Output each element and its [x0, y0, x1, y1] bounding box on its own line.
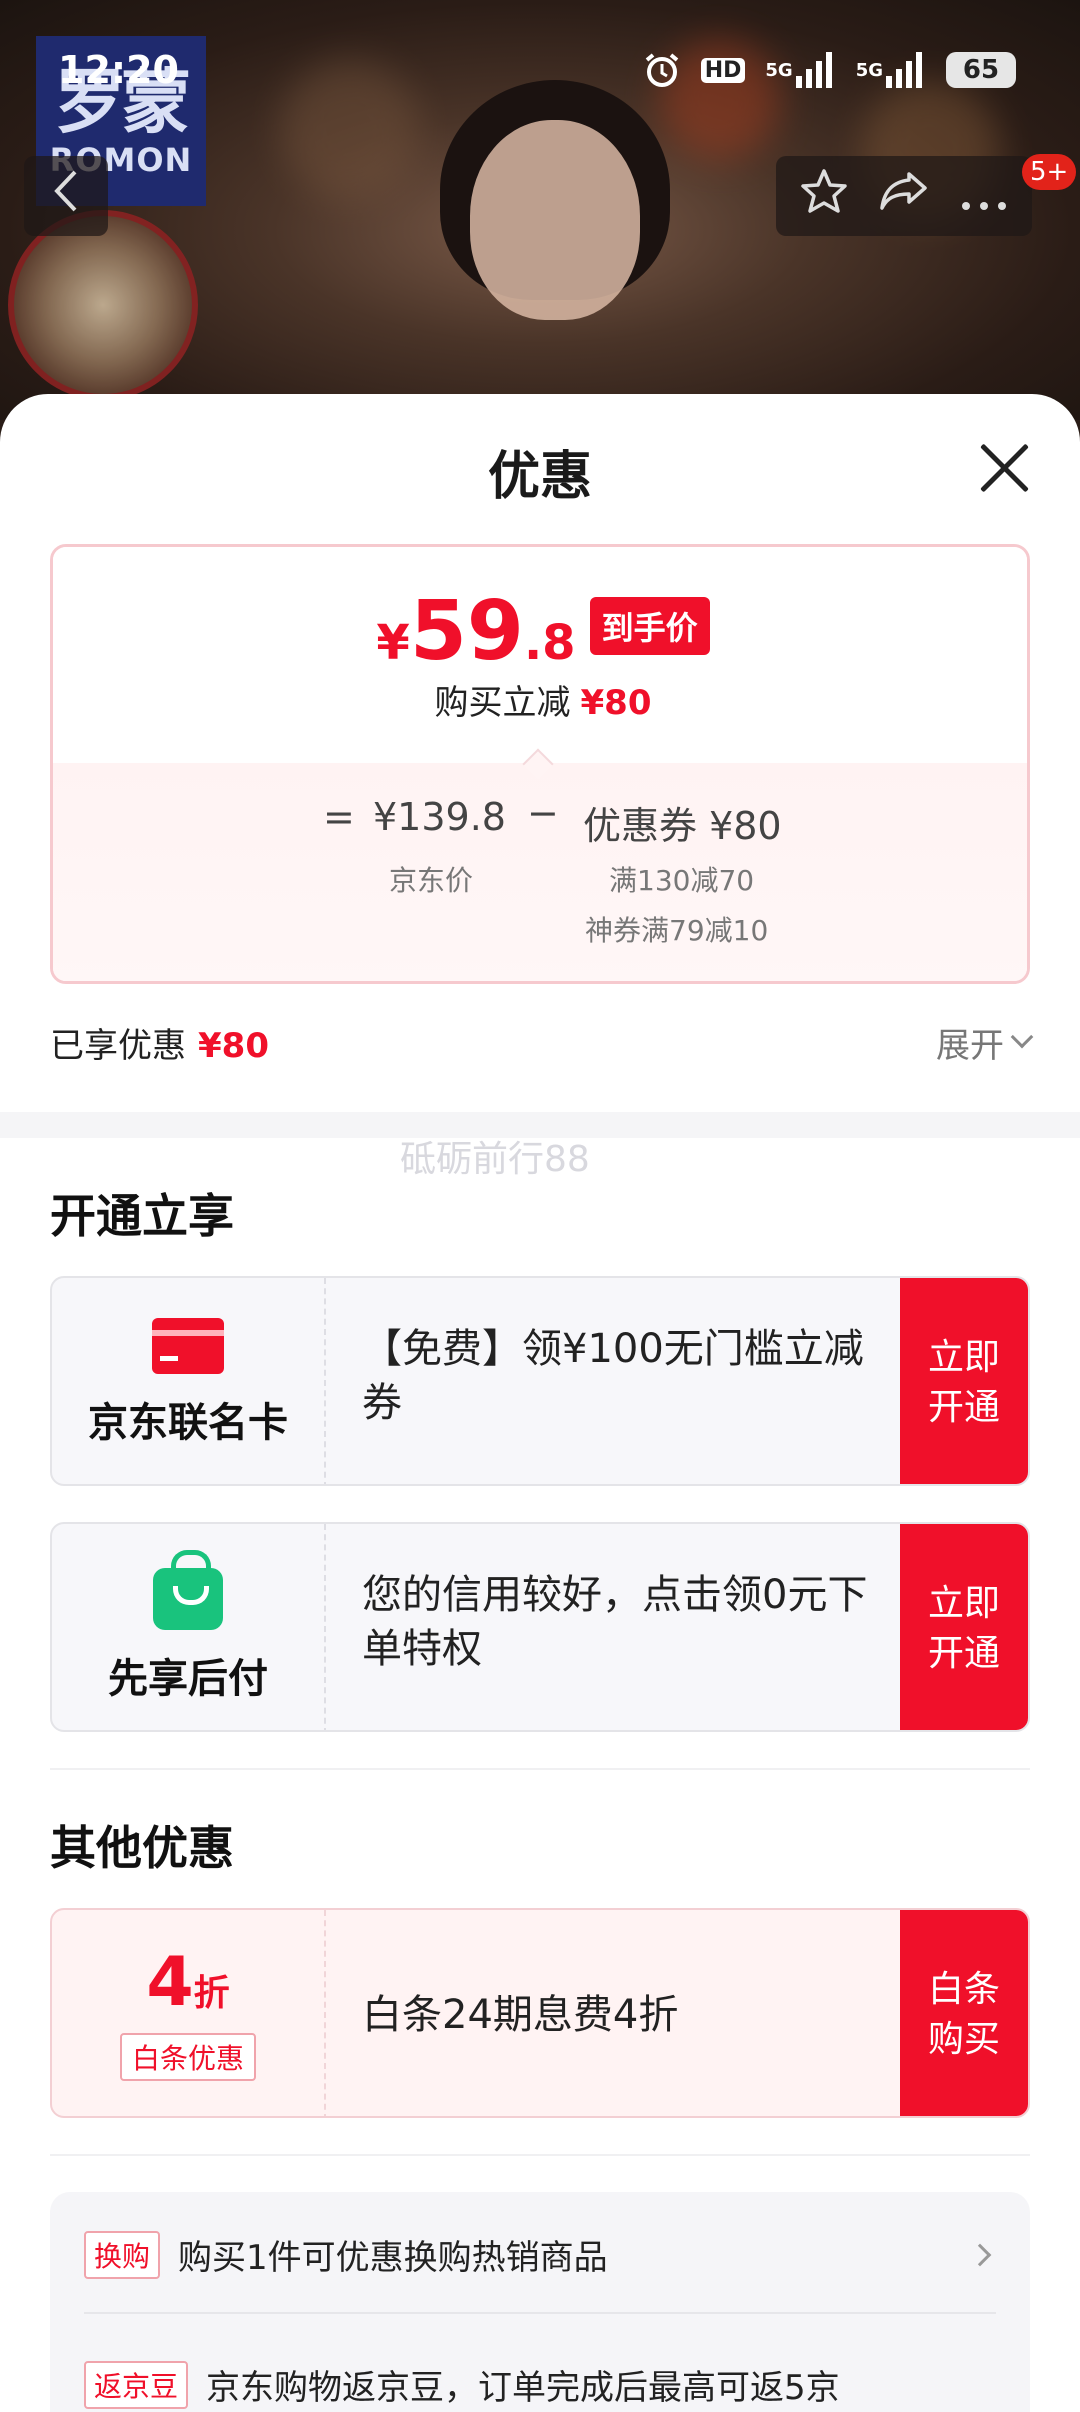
offer-jd-card-desc: 【免费】领¥100无门槛立减券: [362, 1326, 864, 1426]
baitiao-buy-button[interactable]: 白条购买: [900, 1910, 1028, 2116]
back-arrow-icon: [51, 168, 81, 225]
instant-reduce-label: 购买立减: [434, 683, 571, 723]
extra-offers: 换购 购买1件可优惠换购热销商品 返京豆 京东购物返京豆，订单完成后最高可返5京: [50, 2192, 1030, 2412]
open-jd-card-button[interactable]: 立即开通: [900, 1278, 1028, 1484]
chevron-right-icon: [968, 2243, 992, 2266]
discount-sheet: 优惠 ¥ 59 .8 到手价 购买立减 ¥80 = ¥139.8 京东价 − 优惠…: [0, 394, 1080, 2412]
jingdou-text: 京东购物返京豆，订单完成后最高可返5京: [206, 2368, 840, 2408]
instant-reduce-amount: ¥80: [580, 683, 652, 723]
hd-icon: HD: [700, 50, 746, 90]
divider: [50, 2154, 1030, 2156]
coupon-amount: 优惠券 ¥80: [583, 804, 782, 848]
exchange-text: 购买1件可优惠换购热销商品: [178, 2238, 608, 2278]
alarm-icon: [643, 50, 681, 90]
chevron-down-icon: [1010, 1025, 1034, 1048]
offer-baitiao-badge: 4 折 白条优惠: [52, 1910, 326, 2116]
back-button[interactable]: [24, 156, 108, 236]
enjoyed-label: 已享优惠: [50, 1026, 186, 1066]
watermark-text: 砥砺前行88: [400, 1139, 590, 1180]
baitiao-tag: 白条优惠: [119, 2033, 256, 2081]
close-icon[interactable]: [972, 436, 1036, 500]
expand-label: 展开: [936, 1026, 1004, 1066]
enjoyed-amount: ¥80: [198, 1026, 269, 1066]
signal-5g-2-icon: 5G: [856, 50, 926, 90]
more-icon[interactable]: [960, 171, 1008, 222]
coupon-rule-2: 神券满79减10: [585, 914, 769, 947]
price-card-top: ¥ 59 .8 到手价 购买立减 ¥80: [53, 547, 1027, 763]
exchange-tag: 换购: [84, 2230, 161, 2279]
baitiao-discount: 4 折: [146, 1949, 229, 2017]
open-pay-later-button[interactable]: 立即开通: [900, 1524, 1028, 1730]
offer-pay-later[interactable]: 先享后付 您的信用较好，点击领0元下单特权 立即开通: [50, 1522, 1030, 1732]
status-icons: HD 5G 5G 65: [643, 50, 1016, 90]
extra-row-exchange[interactable]: 换购 购买1件可优惠换购热销商品: [84, 2230, 996, 2279]
other-section-title: 其他优惠: [50, 1821, 234, 1875]
offer-jd-card-badge: 京东联名卡: [52, 1278, 326, 1484]
offer-jd-card[interactable]: 京东联名卡 【免费】领¥100无门槛立减券 立即开通: [50, 1276, 1030, 1486]
equals-sign: =: [323, 795, 355, 839]
offer-pay-later-name: 先享后付: [108, 1656, 268, 1702]
signal-5g-icon: 5G: [765, 50, 835, 90]
open-section-title: 开通立享: [50, 1189, 234, 1243]
model-face: [470, 120, 640, 320]
jingdou-tag: 返京豆: [84, 2360, 189, 2409]
final-price-tag: 到手价: [589, 597, 710, 655]
instant-reduce: 购买立减 ¥80: [53, 675, 1027, 724]
baitiao-discount-unit: 折: [193, 1973, 230, 2014]
jd-price-label: 京东价: [389, 864, 474, 897]
status-time: 12:20: [58, 48, 179, 92]
final-price: ¥ 59 .8 到手价: [53, 584, 1027, 679]
minus-sign: −: [527, 791, 559, 835]
enjoyed-discount: 已享优惠 ¥80: [50, 1018, 269, 1067]
final-price-decimal: .8: [523, 615, 576, 671]
top-action-group: [776, 156, 1032, 236]
offer-pay-later-desc: 您的信用较好，点击领0元下单特权: [362, 1572, 868, 1672]
status-bar: 12:20 HD 5G 5G 65: [0, 0, 1080, 140]
net1-label: 5G: [765, 59, 793, 81]
final-price-yen: ¥: [376, 615, 410, 671]
offer-baitiao-desc: 白条24期息费4折: [362, 1992, 679, 2038]
divider: [50, 1768, 1030, 1770]
sheet-title: 优惠: [487, 447, 592, 507]
price-card: ¥ 59 .8 到手价 购买立减 ¥80 = ¥139.8 京东价 − 优惠券 ¥…: [50, 544, 1030, 984]
favorite-star-icon[interactable]: [800, 168, 848, 225]
baitiao-discount-number: 4: [146, 1943, 194, 2022]
battery-icon: 65: [946, 52, 1016, 88]
hd-label: HD: [700, 57, 746, 83]
jd-price: ¥139.8: [373, 795, 506, 839]
offer-pay-later-badge: 先享后付: [52, 1524, 326, 1730]
extra-row-jingdou[interactable]: 返京豆 京东购物返京豆，订单完成后最高可返5京: [84, 2360, 996, 2409]
final-price-integer: 59: [409, 584, 524, 679]
fan-prop: [8, 210, 198, 400]
message-badge: 5+: [1022, 154, 1077, 190]
offer-baitiao[interactable]: 4 折 白条优惠 白条24期息费4折 白条购买: [50, 1908, 1030, 2118]
extras-divider: [84, 2312, 996, 2314]
coupon-rule-1: 满130减70: [609, 864, 755, 897]
share-icon[interactable]: [879, 170, 929, 223]
shopping-bag-icon: [153, 1550, 223, 1630]
expand-button[interactable]: 展开: [936, 1018, 1034, 1067]
credit-card-icon: [152, 1318, 224, 1374]
offer-jd-card-name: 京东联名卡: [88, 1400, 288, 1446]
net2-label: 5G: [855, 59, 883, 81]
